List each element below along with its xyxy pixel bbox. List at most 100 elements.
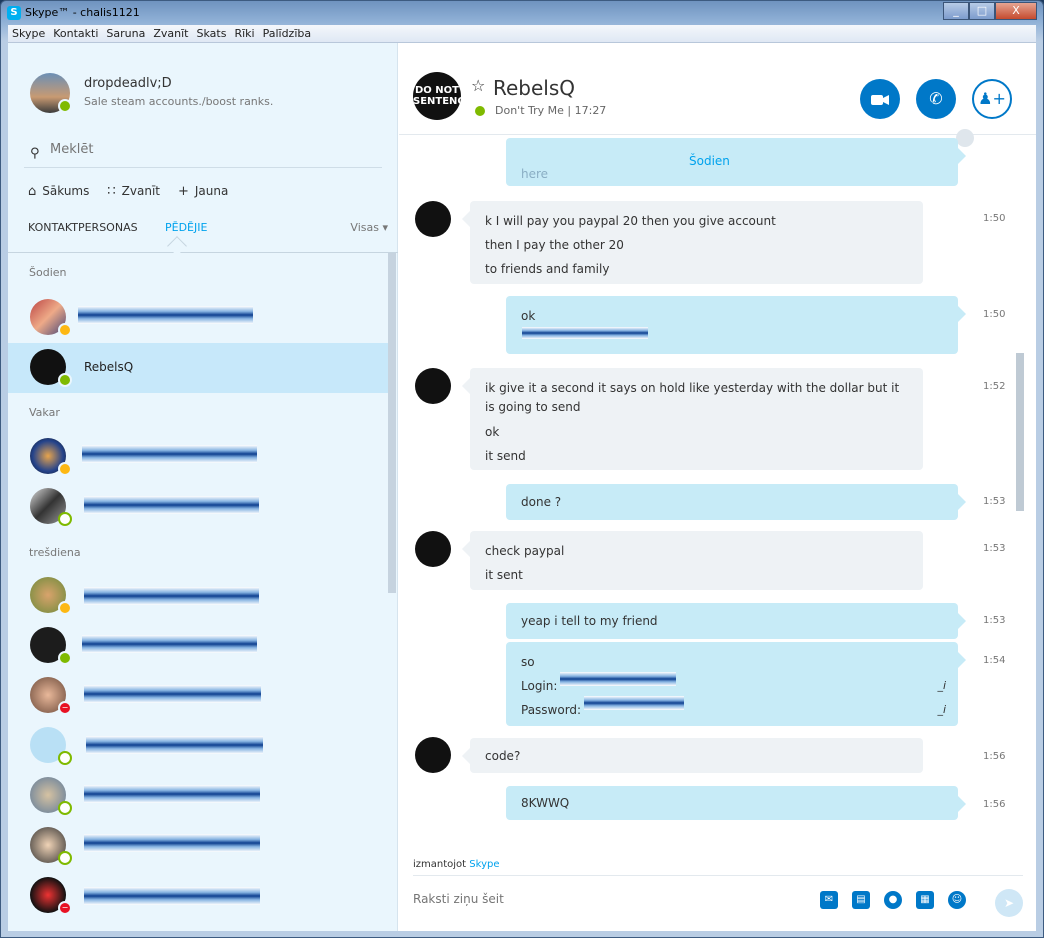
redacted-name xyxy=(84,685,261,703)
add-participant-button[interactable]: ♟+ xyxy=(972,79,1012,119)
client-area: dropdeadlv;D Sale steam accounts./boost … xyxy=(8,43,1036,931)
my-mood[interactable]: Sale steam accounts./boost ranks. xyxy=(84,95,273,108)
menu-view[interactable]: Skats xyxy=(196,27,226,40)
conversation-header: DO NOT SENTENCE ☆ RebelsQ Don't Try Me |… xyxy=(399,43,1036,147)
minimize-button[interactable]: _ xyxy=(943,2,969,20)
message-outgoing[interactable]: done ? xyxy=(506,484,966,520)
dialpad-icon: ∷ xyxy=(107,183,116,199)
away-status-icon xyxy=(58,601,72,615)
title-bar[interactable]: S Skype™ - chalis1121 _ □ X xyxy=(1,1,1043,25)
online-status-icon xyxy=(58,651,72,665)
document-icon[interactable]: ▤ xyxy=(852,891,870,909)
window-controls: _ □ X xyxy=(943,2,1037,20)
window-title: Skype™ - chalis1121 xyxy=(25,6,140,19)
online-status-icon xyxy=(58,99,72,113)
maximize-button[interactable]: □ xyxy=(969,2,995,20)
tab-divider xyxy=(8,252,398,253)
search-box[interactable]: ⚲ xyxy=(24,136,382,168)
redacted-name xyxy=(84,834,260,852)
search-icon: ⚲ xyxy=(30,146,40,161)
contact-card-icon[interactable]: ▦ xyxy=(916,891,934,909)
home-label: Sākums xyxy=(42,184,90,198)
video-message-icon[interactable]: ● xyxy=(884,891,902,909)
contact-item[interactable]: − xyxy=(8,871,390,921)
busy-status-icon: − xyxy=(58,701,72,715)
new-button[interactable]: + Jauna xyxy=(178,184,228,199)
contact-item[interactable] xyxy=(8,621,390,671)
close-button[interactable]: X xyxy=(995,2,1037,20)
dial-button[interactable]: ∷ Zvanīt xyxy=(107,184,160,199)
contact-mood: Don't Try Me | 17:27 xyxy=(495,104,607,117)
contact-item[interactable] xyxy=(8,571,390,621)
message-outgoing[interactable]: yeap i tell to my friend xyxy=(506,603,966,639)
sender-avatar xyxy=(415,368,451,404)
message-text: so xyxy=(521,655,535,669)
contact-item[interactable] xyxy=(8,821,390,871)
group-wednesday: trešdiena xyxy=(29,546,81,559)
partial-message: here xyxy=(506,138,966,186)
emoticon-icon[interactable]: ☺ xyxy=(948,891,966,909)
contact-item[interactable] xyxy=(8,771,390,821)
contact-item[interactable] xyxy=(8,482,390,532)
away-status-icon xyxy=(58,462,72,476)
message-outgoing[interactable]: so Login: Password: _i _i xyxy=(506,642,966,726)
message-input[interactable] xyxy=(413,892,803,906)
menu-conversation[interactable]: Saruna xyxy=(106,27,145,40)
redacted-name xyxy=(78,306,253,324)
online-status-icon xyxy=(58,373,72,387)
contact-avatar[interactable]: DO NOT SENTENCE xyxy=(413,72,461,120)
call-button[interactable]: ✆ xyxy=(916,79,956,119)
menu-skype[interactable]: Skype xyxy=(12,27,45,40)
message-time: 1:50 xyxy=(983,213,1006,224)
redacted-login xyxy=(560,672,676,686)
send-file-icon[interactable]: ✉ xyxy=(820,891,838,909)
message-text: yeap i tell to my friend xyxy=(521,614,658,628)
message-text: k I will pay you paypal 20 then you give… xyxy=(485,214,776,228)
message-text: then I pay the other 20 xyxy=(485,238,624,252)
filter-dropdown[interactable]: Visas ▾ xyxy=(350,221,388,234)
message-time: 1:53 xyxy=(983,615,1006,626)
redacted-name xyxy=(84,496,259,514)
offline-status-icon xyxy=(58,801,72,815)
video-call-button[interactable] xyxy=(860,79,900,119)
redacted-name xyxy=(84,887,260,905)
contact-item[interactable] xyxy=(8,293,390,343)
search-input[interactable] xyxy=(50,142,370,157)
tab-recent[interactable]: PĒDĒJIE xyxy=(165,221,207,234)
message-outgoing[interactable]: 8KWWQ xyxy=(506,786,966,820)
message-outgoing[interactable]: ok xyxy=(506,296,966,354)
contact-item[interactable] xyxy=(8,432,390,482)
send-button[interactable]: ➤ xyxy=(995,889,1023,917)
edited-indicator: _i xyxy=(937,703,946,716)
home-button[interactable]: ⌂ Sākums xyxy=(28,184,89,199)
offline-status-icon xyxy=(58,512,72,526)
sidebar-nav: ⌂ Sākums ∷ Zvanīt + Jauna xyxy=(28,181,246,201)
away-status-icon xyxy=(58,323,72,337)
message-incoming[interactable]: check paypal it sent xyxy=(462,531,923,590)
message-incoming[interactable]: k I will pay you paypal 20 then you give… xyxy=(462,201,923,284)
my-name: dropdeadlv;D xyxy=(84,76,172,91)
message-text: here xyxy=(521,167,549,181)
contact-item[interactable]: − xyxy=(8,671,390,721)
my-profile[interactable]: dropdeadlv;D Sale steam accounts./boost … xyxy=(8,43,398,131)
redacted-name xyxy=(84,785,260,803)
menu-contacts[interactable]: Kontakti xyxy=(53,27,98,40)
contact-name: RebelsQ xyxy=(84,360,134,374)
redacted-password xyxy=(584,696,684,710)
message-time: 1:56 xyxy=(983,751,1006,762)
contact-item[interactable] xyxy=(8,721,390,771)
menu-help[interactable]: Palīdzība xyxy=(263,27,312,40)
contact-item-active[interactable]: RebelsQ xyxy=(8,343,390,393)
via-link[interactable]: Skype xyxy=(469,859,499,870)
message-time: 1:54 xyxy=(983,655,1006,666)
contacts-scrollbar[interactable] xyxy=(388,253,396,593)
conversation-scrollbar[interactable] xyxy=(1016,353,1024,511)
message-incoming[interactable]: code? xyxy=(462,738,923,773)
message-time: 1:52 xyxy=(983,381,1006,392)
message-incoming[interactable]: ik give it a second it says on hold like… xyxy=(462,368,923,470)
video-camera-icon xyxy=(871,89,889,108)
tab-contacts[interactable]: KONTAKTPERSONAS xyxy=(28,221,138,234)
menu-call[interactable]: Zvanīt xyxy=(153,27,188,40)
favorite-star-icon[interactable]: ☆ xyxy=(471,76,485,95)
menu-tools[interactable]: Rīki xyxy=(234,27,254,40)
